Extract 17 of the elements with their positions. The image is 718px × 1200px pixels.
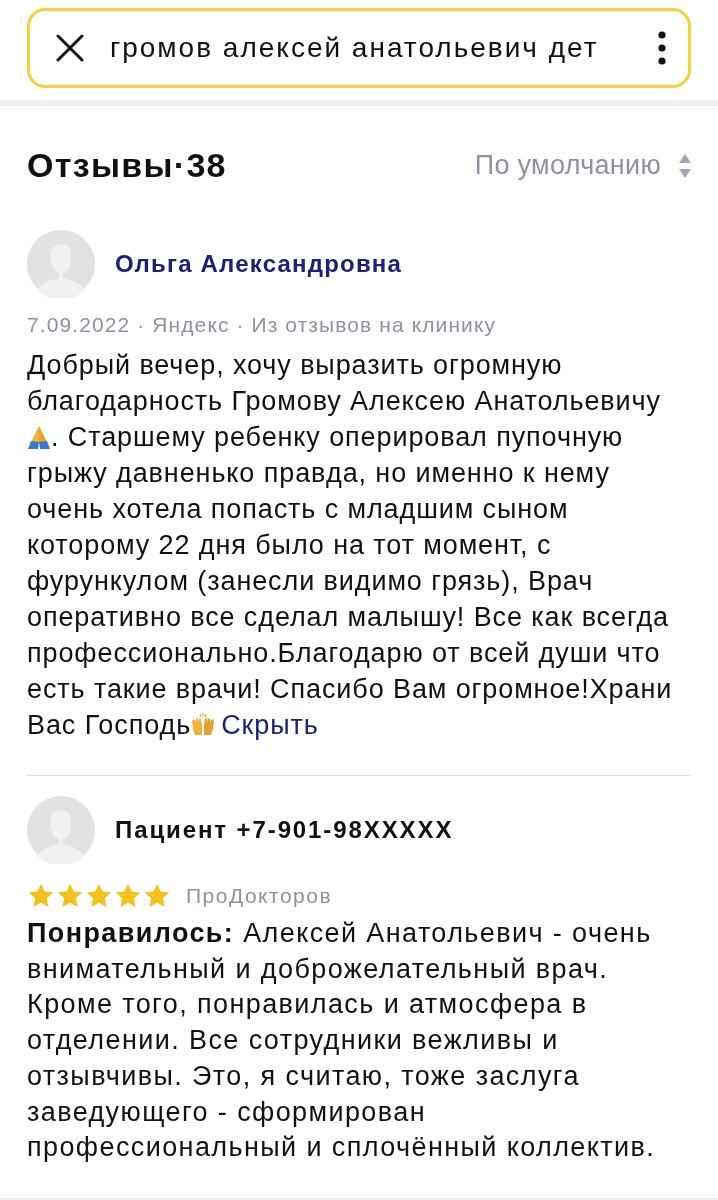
reviews-title: Отзывы·38: [27, 146, 227, 185]
author-name: Пациент +7-901-98XXXXX: [115, 816, 454, 844]
sort-arrows-icon: [679, 153, 691, 178]
close-icon[interactable]: [56, 34, 84, 62]
author-name[interactable]: Ольга Александровна: [115, 250, 403, 278]
search-input[interactable]: громов алексей анатольевич дет: [110, 32, 632, 64]
praying-hands-icon: [27, 425, 51, 449]
review-text: Добрый вечер, хочу выразить огромную благодарность Громову Алексею Анатольевичу . Старшему ребенку оперировал пупочную грыжу давненько правда, но именно к нему очень хотела попасть с младшим сыном которому 22 дня было на тот момент, с фурункулом (занесли видимо грязь), Врач оперативно все сделал малышу! Все как всегда профессионально.Благодарю от всей души что есть такие врачи! Спасибо Вам огромное!Храни Вас Господь Скрыть: [27, 349, 674, 742]
avatar-icon: [27, 796, 95, 864]
search-field[interactable]: громов алексей анатольевич дет: [27, 8, 691, 88]
raised-hands-icon: [191, 713, 216, 737]
review-text: Понравилось: Алексей Анатольевич - очень внимательный и доброжелательный врач. Кроме того, понравилась и атмосфера в отделении. Все сотрудники вежливы и отзывчивы. Это, я считаю, тоже заслуга заведующего - сформирован профессиональный и сплочённый коллектив.: [27, 917, 657, 1165]
avatar-icon: [27, 230, 95, 298]
review-source: ПроДокторов: [186, 884, 333, 908]
hide-link[interactable]: Скрыть: [221, 710, 319, 740]
review-meta: 7.09.2022 · Яндекс · Из отзывов на клинику: [27, 312, 498, 338]
more-menu-icon[interactable]: [658, 31, 666, 65]
